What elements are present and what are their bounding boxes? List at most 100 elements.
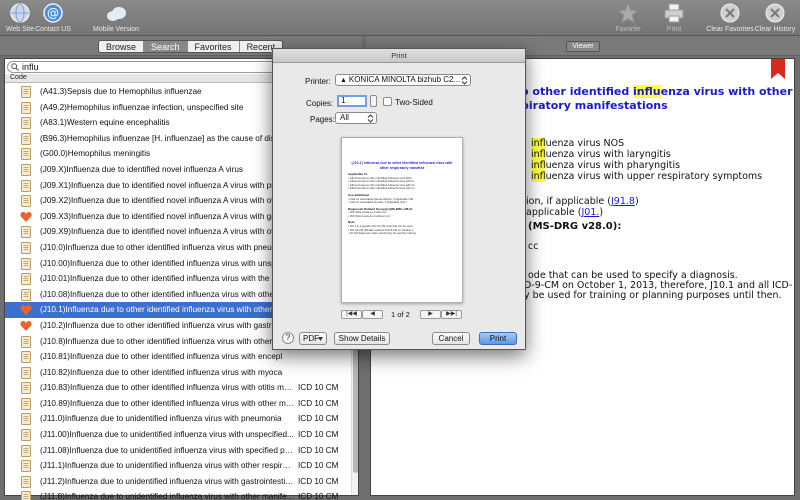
note-line: y be used for training or planning purpo…: [524, 290, 782, 301]
contact-us-button[interactable]: @ Contact US: [25, 2, 81, 33]
code-text: (J11.8)Influenza due to unidentified inf…: [40, 492, 295, 500]
code-text: (J11.1)Influenza due to unidentified inf…: [40, 461, 295, 471]
printer-label: Printer:: [305, 77, 331, 86]
item-text: uenza virus NOS: [545, 138, 625, 149]
search-icon: [11, 63, 19, 71]
applicable-item: influenza virus with pharyngitis: [531, 160, 680, 171]
document-icon: [21, 117, 31, 130]
document-icon: [21, 397, 31, 410]
copies-stepper[interactable]: [370, 95, 377, 107]
cancel-button[interactable]: Cancel: [432, 332, 470, 345]
list-item[interactable]: (J11.0)Influenza due to unidentified inf…: [5, 411, 351, 427]
help-button[interactable]: ?: [282, 332, 294, 344]
two-sided-checkbox[interactable]: [383, 97, 392, 106]
tab-favorites[interactable]: Favorites: [188, 41, 240, 52]
use-additional-line: ion, if applicable (J91.8): [526, 196, 639, 207]
document-icon: [21, 288, 31, 301]
document-icon: [21, 444, 31, 457]
popup-arrows-icon: [367, 114, 374, 123]
search-value: influ: [22, 62, 39, 72]
next-page-button[interactable]: ▶: [420, 310, 441, 319]
list-item[interactable]: (J10.89)Influenza due to other identifie…: [5, 396, 351, 412]
printer-icon: ▲: [340, 77, 349, 84]
list-item[interactable]: (J10.82)Influenza due to other identifie…: [5, 365, 351, 381]
tab-viewer[interactable]: Viewer: [566, 41, 600, 52]
preview-line: • Influenza due to other identified infl…: [348, 187, 415, 191]
print-button[interactable]: Print: [646, 2, 702, 33]
pages-value: All: [340, 113, 349, 122]
print-confirm-button[interactable]: Print: [479, 332, 517, 345]
popup-arrows-icon: [461, 76, 468, 85]
code-text: (G00.0)Hemophilus meningitis: [40, 149, 151, 159]
item-text: uenza virus with upper respiratory sympt…: [545, 171, 763, 182]
code-text: (J10.83)Influenza due to other identifie…: [40, 383, 295, 393]
document-icon: [21, 195, 31, 208]
clear-icon: [765, 3, 785, 23]
code-text: (A41.3)Sepsis due to Hemophilus influenz…: [40, 87, 202, 96]
printer-select[interactable]: ▲ KONICA MINOLTA bizhub C2...: [335, 74, 471, 86]
document-icon: [21, 163, 31, 176]
bookmark-icon[interactable]: [771, 59, 785, 79]
star-icon: [617, 2, 639, 24]
code-text: (J10.89)Influenza due to other identifie…: [40, 398, 295, 408]
list-item[interactable]: (J10.83)Influenza due to other identifie…: [5, 380, 351, 396]
copies-label: Copies:: [306, 99, 334, 108]
code-text: (J10.01)Influenza due to other identifie…: [40, 274, 281, 284]
printer-icon: [664, 3, 684, 23]
copies-field[interactable]: 1: [337, 95, 367, 107]
list-item[interactable]: (J11.1)Influenza due to unidentified inf…: [5, 458, 351, 474]
list-item[interactable]: (J11.2)Influenza due to unidentified inf…: [5, 474, 351, 490]
code-text: (J10.8)Influenza due to other identified…: [40, 336, 273, 346]
show-details-button[interactable]: Show Details: [334, 332, 390, 345]
tab-search[interactable]: Search: [144, 41, 188, 52]
favorite-label: Favorite: [615, 26, 641, 33]
previous-page-button[interactable]: ◀: [362, 310, 383, 319]
list-item[interactable]: (J10.81)Influenza due to other identifie…: [5, 349, 351, 365]
document-icon: [21, 366, 31, 379]
entry-title-line2: piratory manifestations: [521, 99, 668, 112]
clear-icon: [720, 3, 740, 23]
toolbar: Web Site @ Contact US Mobile Version Fav…: [0, 0, 800, 36]
preview-line: • code for associated sinusitis, if appl…: [348, 201, 407, 205]
code-text: (J09.X9)Influenza due to identified nove…: [40, 227, 286, 237]
document-icon: [21, 460, 31, 473]
link-j91-8[interactable]: J91.8: [611, 196, 635, 207]
applicable-item: influenza virus with laryngitis: [531, 149, 671, 160]
line-text: applicable (: [526, 207, 582, 218]
last-page-button[interactable]: ▶▶|: [441, 310, 462, 319]
mobile-version-button[interactable]: Mobile Version: [88, 2, 144, 33]
link-j01[interactable]: J01.: [581, 207, 599, 218]
item-text: uenza virus with pharyngitis: [545, 160, 681, 171]
applicable-item: influenza virus NOS: [531, 138, 624, 149]
heart-icon: [20, 305, 32, 316]
first-page-button[interactable]: |◀◀: [341, 310, 362, 319]
code-text: (J11.08)Influenza due to unidentified in…: [40, 445, 295, 455]
document-icon: [21, 382, 31, 395]
preview-line: • 153 Otitis media & uri without mcc: [348, 214, 391, 218]
heart-icon: [20, 320, 32, 331]
printer-value: KONICA MINOLTA bizhub C2...: [348, 75, 461, 84]
list-item[interactable]: (J11.08)Influenza due to unidentified in…: [5, 443, 351, 459]
code-system: ICD 10 CM: [298, 398, 339, 408]
code-text: (J09.X3)Influenza due to identified nove…: [40, 211, 283, 221]
tab-browse[interactable]: Browse: [99, 41, 145, 52]
code-text: (J10.82)Influenza due to other identifie…: [40, 367, 283, 377]
code-system: ICD 10 CM: [298, 383, 339, 393]
code-system: ICD 10 CM: [298, 430, 339, 440]
title-highlight: influ: [633, 85, 661, 98]
pages-select[interactable]: All: [335, 112, 377, 124]
segmented-tabs: Browse Search Favorites Recent: [98, 40, 284, 53]
heart-icon: [20, 211, 32, 222]
document-icon: [21, 335, 31, 348]
code-text: (J10.00)Influenza due to other identifie…: [40, 258, 281, 268]
code-text: (J09.X2)Influenza due to identified nove…: [40, 196, 286, 206]
document-icon: [21, 132, 31, 145]
list-item[interactable]: (J11.00)Influenza due to unidentified in…: [5, 427, 351, 443]
pdf-menu-button[interactable]: PDF: [299, 332, 327, 345]
two-sided-label: Two-Sided: [395, 98, 433, 107]
list-item[interactable]: (J11.8)Influenza due to unidentified inf…: [5, 489, 351, 500]
code-system: ICD 10 CM: [298, 445, 339, 455]
document-icon: [21, 179, 31, 192]
clear-history-button[interactable]: Clear History: [747, 2, 800, 33]
document-icon: [21, 148, 31, 161]
